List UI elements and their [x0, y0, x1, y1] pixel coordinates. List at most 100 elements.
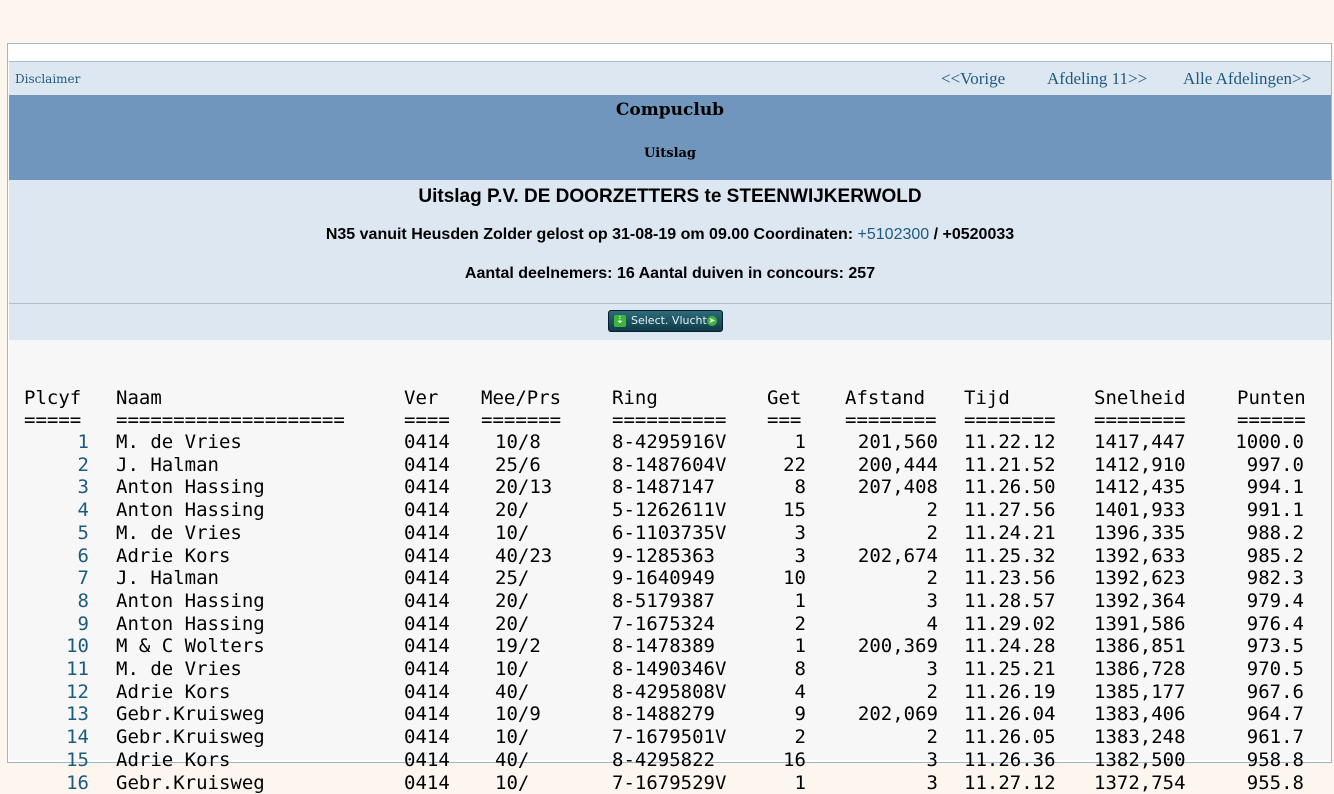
- col-naam: Adrie Kors: [116, 544, 231, 567]
- col-naam: Gebr.Kruisweg: [116, 726, 265, 749]
- placing-link[interactable]: 3: [24, 476, 89, 498]
- placing-link[interactable]: 9: [24, 613, 89, 635]
- placing-link[interactable]: 1: [24, 431, 89, 453]
- placing-link[interactable]: 2: [24, 454, 89, 476]
- placing-link[interactable]: 8: [24, 590, 89, 612]
- col-ver: 0414: [404, 431, 450, 453]
- col-ring: 8-4295916V: [612, 431, 727, 453]
- placing-link[interactable]: 6: [24, 545, 89, 567]
- col-mee-prs: 20/13: [495, 476, 553, 499]
- col-naam: Gebr.Kruisweg: [116, 771, 265, 794]
- col-mee-prs: 25/: [495, 567, 530, 590]
- col-get: Get: [767, 387, 802, 409]
- all-afdelingen-link[interactable]: Alle Afdelingen>>: [1183, 69, 1311, 89]
- col-afstand: 3: [926, 748, 938, 771]
- table-row: 2 J. Halman 0414 25/6 8-1487604V 22 200,444 11.…: [9, 454, 1331, 476]
- col-tijd: 11.28.57: [964, 589, 1056, 612]
- col-mee-prs: 25/6: [495, 453, 541, 476]
- placing-link[interactable]: 11: [24, 658, 89, 680]
- col-afstand: 2: [926, 499, 938, 522]
- col-tijd: 11.22.12: [964, 431, 1056, 453]
- col-mee-prs: 40/23: [495, 544, 553, 567]
- race-title: Uitslag P.V. DE DOORZETTERS te STEENWIJK…: [418, 186, 922, 207]
- col-ring: 7-1675324: [612, 612, 715, 635]
- race-details-text: N35 vanuit Heusden Zolder gelost op 31-0…: [325, 226, 858, 243]
- col-tijd: 11.27.12: [964, 771, 1056, 794]
- col-tijd: 11.23.56: [964, 567, 1056, 590]
- page-subtitle: Uitslag: [643, 146, 697, 161]
- col-afstand: ========: [845, 409, 937, 431]
- placing-link[interactable]: 15: [24, 749, 89, 771]
- col-tijd: 11.26.04: [964, 703, 1056, 726]
- select-vlucht-button[interactable]: ⇣ Select. Vlucht ➤: [608, 310, 723, 332]
- col-punten: 961.7: [1246, 726, 1304, 749]
- coordinate-link[interactable]: +5102300: [858, 226, 930, 243]
- table-row: 3 Anton Hassing 0414 20/13 8-1487147 8 207,408…: [9, 476, 1331, 498]
- col-punten: 955.8: [1246, 771, 1304, 794]
- placing-link[interactable]: 7: [24, 567, 89, 589]
- placing-link[interactable]: 12: [24, 681, 89, 703]
- table-row: 4 Anton Hassing 0414 20/5-1262611V 15 2 11.27.…: [9, 499, 1331, 521]
- col-get: 10: [783, 567, 806, 590]
- col-ver: 0414: [404, 748, 450, 771]
- table-row: 12 Adrie Kors 0414 40/8-4295808V 4 2 11.26.19 1…: [9, 681, 1331, 703]
- col-snelheid: 1383,406: [1094, 703, 1186, 726]
- col-snelheid: 1392,364: [1094, 589, 1186, 612]
- table-header-underline: ===== ==================== ==== ======= ====…: [9, 409, 1331, 431]
- col-snelheid: 1386,851: [1094, 635, 1186, 658]
- col-ring: 9-1640949: [612, 567, 715, 590]
- placing-link[interactable]: 13: [24, 703, 89, 725]
- col-punten: 970.5: [1246, 658, 1304, 680]
- col-naam: Naam: [116, 387, 162, 409]
- placing-link[interactable]: 5: [24, 522, 89, 544]
- col-punten: 964.7: [1246, 703, 1304, 726]
- col-snelheid: 1412,910: [1094, 453, 1186, 476]
- placing-link[interactable]: 16: [24, 772, 89, 794]
- col-get: 1: [794, 589, 806, 612]
- col-snelheid: 1372,754: [1094, 771, 1186, 794]
- col-get: 1: [794, 431, 806, 453]
- prev-link[interactable]: <<Vorige: [941, 69, 1005, 89]
- col-snelheid: ========: [1094, 409, 1186, 431]
- table-row: 5 M. de Vries 0414 10/6-1103735V 3 2 11.24.21 1…: [9, 522, 1331, 544]
- placing-link[interactable]: 4: [24, 499, 89, 521]
- table-header: Plcyf Naam Ver Mee/Prs Ring Get Afstand Tijd Sne…: [9, 387, 1331, 409]
- col-get: 2: [794, 726, 806, 749]
- col-ring: 8-1488279: [612, 703, 715, 726]
- col-ring: 8-4295822: [612, 748, 715, 771]
- col-punten: 985.2: [1246, 544, 1304, 567]
- col-afstand: 3: [926, 589, 938, 612]
- col-punten: 997.0: [1246, 453, 1304, 476]
- col-ring: 8-4295808V: [612, 680, 727, 703]
- col-get: 2: [794, 612, 806, 635]
- col-mee-prs: 20/: [495, 612, 530, 635]
- placing-link[interactable]: 14: [24, 726, 89, 748]
- placing-link[interactable]: 10: [24, 635, 89, 657]
- col-get: 8: [794, 658, 806, 680]
- col-naam: J. Halman: [116, 567, 219, 590]
- col-ver: 0414: [404, 521, 450, 544]
- col-plcyf: Plcyf: [24, 387, 82, 409]
- nav-bar: Disclaimer <<Vorige Afdeling 11>> Alle A…: [9, 61, 1331, 96]
- col-tijd: 11.27.56: [964, 499, 1056, 522]
- col-snelheid: 1417,447: [1094, 431, 1186, 453]
- col-ver: 0414: [404, 680, 450, 703]
- download-icon: ⇣: [614, 315, 626, 327]
- col-get: 1: [794, 771, 806, 794]
- afdeling-link[interactable]: Afdeling 11>>: [1047, 69, 1147, 89]
- col-naam: ====================: [116, 409, 345, 431]
- col-afstand: 4: [926, 612, 938, 635]
- col-ring: 8-5179387: [612, 589, 715, 612]
- col-ring: Ring: [612, 387, 658, 409]
- col-tijd: 11.25.32: [964, 544, 1056, 567]
- col-punten: ======: [1237, 409, 1306, 431]
- col-ver: ====: [404, 409, 450, 431]
- col-get: 4: [794, 680, 806, 703]
- col-ring: 8-1487147: [612, 476, 715, 499]
- col-mee-prs: 20/: [495, 589, 530, 612]
- col-ver: 0414: [404, 635, 450, 658]
- col-mee-prs: =======: [481, 409, 562, 431]
- club-title: Compuclub: [615, 100, 725, 120]
- disclaimer-link[interactable]: Disclaimer: [15, 72, 80, 86]
- col-punten: Punten: [1237, 387, 1306, 409]
